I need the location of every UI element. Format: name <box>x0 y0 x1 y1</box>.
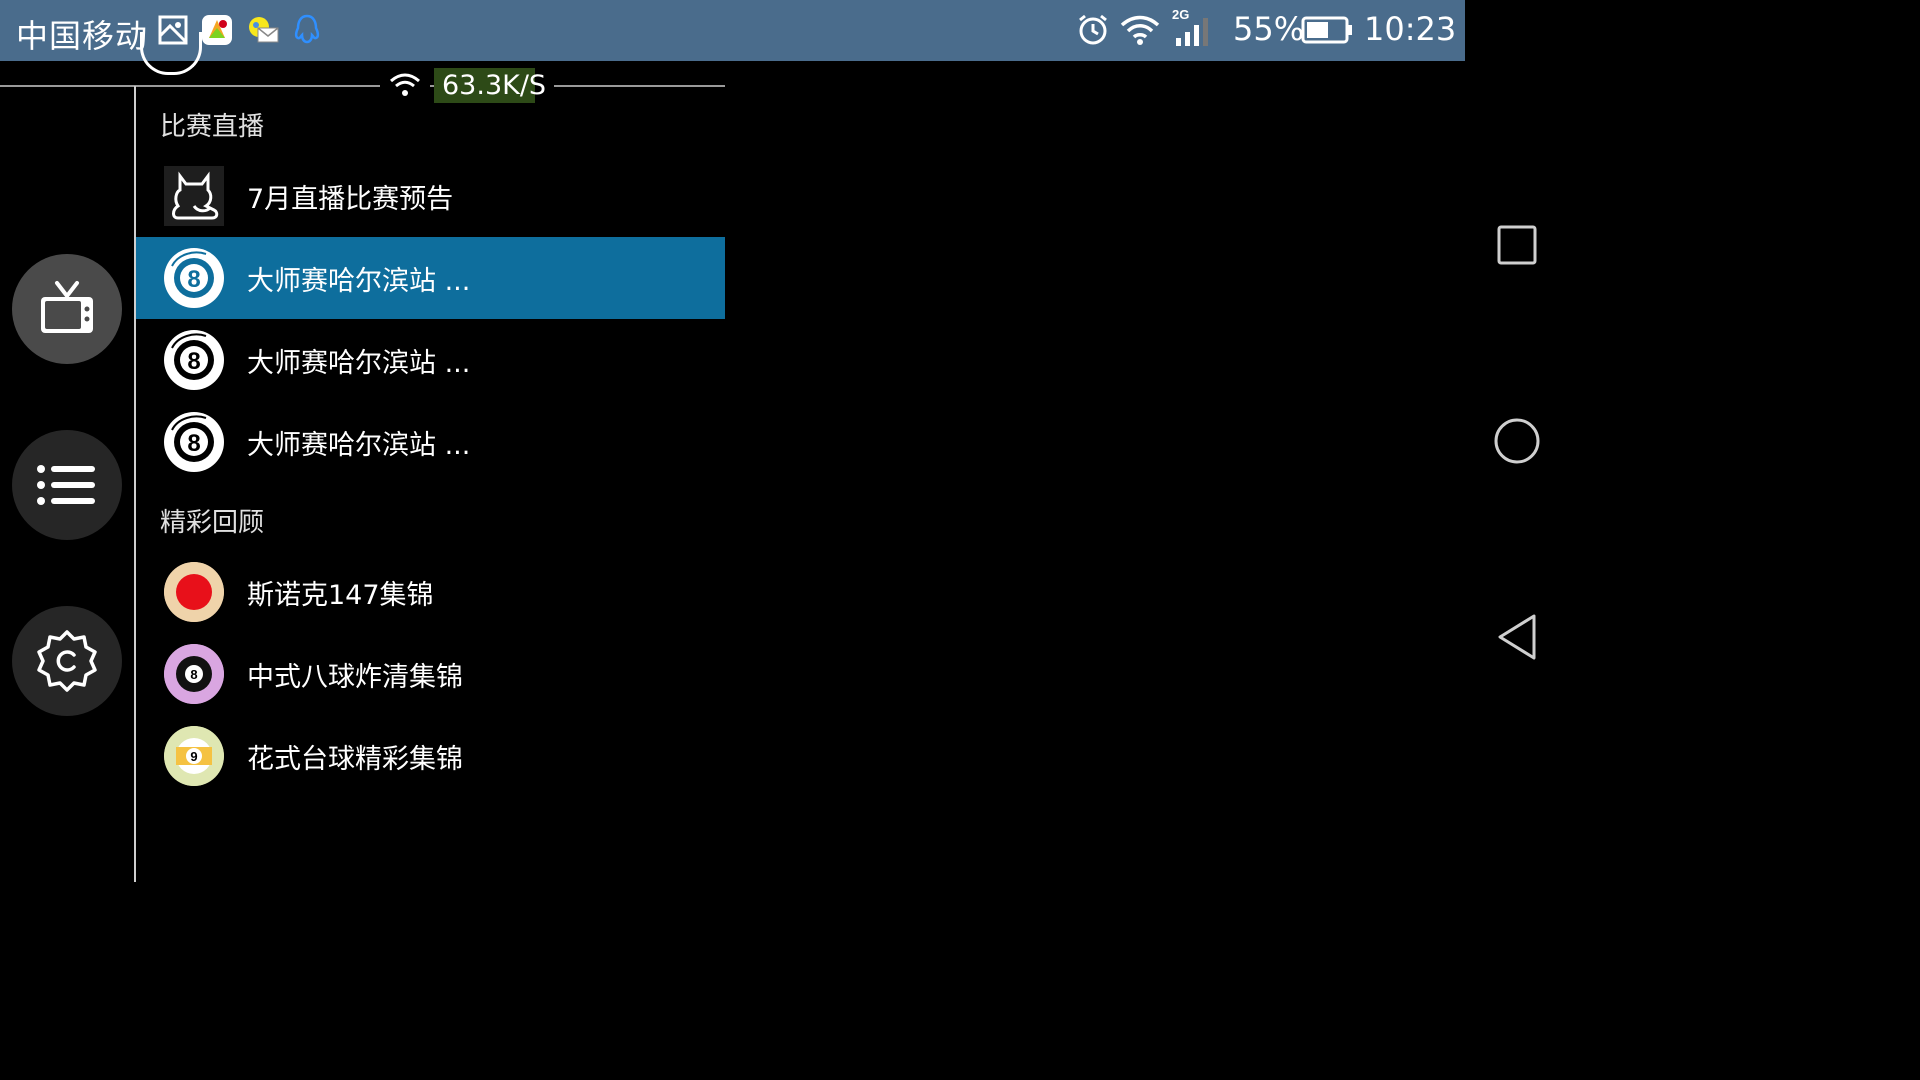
network-speed-value: 63.3K/S <box>434 67 555 103</box>
header-divider <box>0 85 725 87</box>
status-bar: 中国移动 2G 55% 10:23 <box>0 0 1465 61</box>
svg-text:8: 8 <box>190 667 197 682</box>
eight-ball-icon: 8 <box>164 248 224 308</box>
clock-time: 10:23 <box>1364 10 1457 48</box>
carrier-name: 中国移动 <box>16 17 149 55</box>
list-menu-button[interactable] <box>12 430 122 540</box>
list-item[interactable]: 8 大师赛哈尔滨站 ... <box>136 319 725 401</box>
app-notification-icon <box>200 12 234 48</box>
live-tv-button[interactable] <box>12 254 122 364</box>
battery-icon <box>1301 12 1353 48</box>
battery-percent: 55% <box>1233 10 1305 48</box>
back-button[interactable] <box>1492 612 1542 662</box>
partial-avatar <box>140 32 202 75</box>
gear-icon <box>37 630 97 692</box>
list-item-label: 花式台球精彩集锦 <box>247 743 463 775</box>
list-item-selected[interactable]: 8 大师赛哈尔滨站 ... <box>136 237 725 319</box>
list-item-label: 大师赛哈尔滨站 ... <box>247 347 471 379</box>
list-item[interactable]: 9 花式台球精彩集锦 <box>136 715 725 797</box>
home-button[interactable] <box>1492 416 1542 466</box>
list-item-label: 7月直播比赛预告 <box>247 183 454 215</box>
qq-notification-icon <box>290 12 324 48</box>
list-item-label: 大师赛哈尔滨站 ... <box>247 265 471 297</box>
list-icon <box>37 465 95 505</box>
svg-text:8: 8 <box>187 430 200 457</box>
nine-ball-icon: 9 <box>164 726 224 786</box>
list-item-label: 中式八球炸清集锦 <box>247 661 463 693</box>
eight-ball-icon: 8 <box>164 330 224 390</box>
list-item[interactable]: 8 大师赛哈尔滨站 ... <box>136 401 725 483</box>
alarm-icon <box>1076 12 1110 48</box>
list-item-label: 大师赛哈尔滨站 ... <box>247 429 471 461</box>
speed-wifi-icon <box>380 71 430 99</box>
eight-ball-icon: 8 <box>164 412 224 472</box>
list-item-label: 斯诺克147集锦 <box>247 579 434 611</box>
network-type-label: 2G <box>1172 7 1189 22</box>
svg-text:9: 9 <box>190 749 197 764</box>
list-item[interactable]: 斯诺克147集锦 <box>136 551 725 633</box>
cat-logo-icon <box>164 166 224 226</box>
settings-button[interactable] <box>12 606 122 716</box>
wifi-icon <box>1118 12 1162 48</box>
section-title-replay: 精彩回顾 <box>160 508 265 538</box>
list-item[interactable]: 8 中式八球炸清集锦 <box>136 633 725 715</box>
recent-apps-button[interactable] <box>1492 220 1542 270</box>
section-title-live: 比赛直播 <box>160 112 265 142</box>
tv-icon <box>41 281 93 333</box>
message-notification-icon <box>246 12 280 48</box>
svg-text:8: 8 <box>187 266 200 293</box>
list-item[interactable]: 7月直播比赛预告 <box>136 155 725 237</box>
svg-text:8: 8 <box>187 348 200 375</box>
network-speed-indicator: 63.3K/S <box>380 60 555 110</box>
red-ball-icon <box>164 562 224 622</box>
purple-eight-ball-icon: 8 <box>164 644 224 704</box>
cell-signal-icon: 2G <box>1170 6 1214 50</box>
